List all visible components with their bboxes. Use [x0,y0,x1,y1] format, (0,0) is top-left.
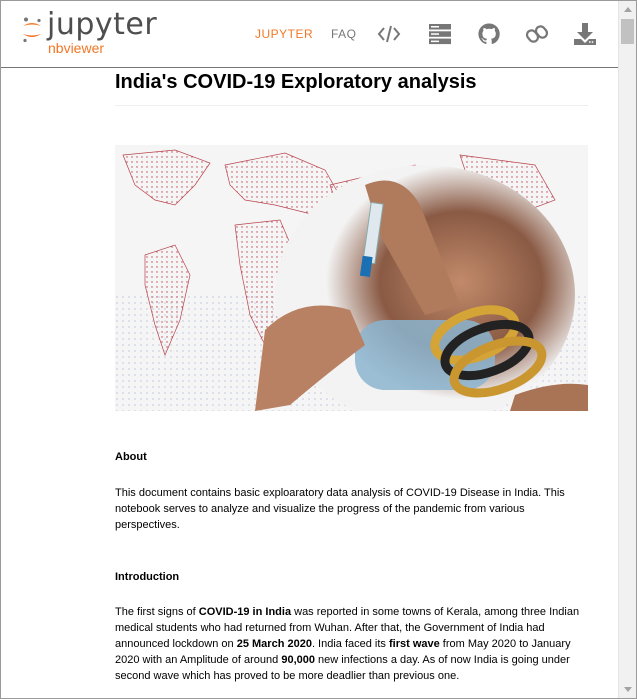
page-title: India's COVID-19 Exploratory analysis [115,71,477,93]
server-icon[interactable] [428,22,452,46]
link-icon[interactable] [525,22,549,46]
brand-name: jupyter [47,7,158,42]
section-heading-about: About [115,451,147,463]
navbar: jupyter nbviewer JUPYTER FAQ [1,1,618,68]
browser-viewport: jupyter nbviewer JUPYTER FAQ India's COV… [0,0,637,699]
scroll-up-arrow-icon[interactable] [624,7,632,12]
brand-subtitle: nbviewer [48,40,105,56]
scrollbar-thumb[interactable] [621,19,634,44]
jupyter-logo-icon [23,17,41,43]
download-icon[interactable] [573,22,597,46]
covid-vaccine-hero-image [115,145,588,411]
scroll-down-arrow-icon[interactable] [624,687,632,692]
introduction-paragraph: The first signs of COVID-19 in India was… [115,606,580,682]
code-icon[interactable] [377,22,401,46]
vertical-scrollbar[interactable] [618,1,636,698]
about-paragraph: This document contains basic exploarator… [115,487,565,531]
nav-link-jupyter[interactable]: JUPYTER [255,1,313,67]
section-heading-introduction: Introduction [115,571,180,583]
jupyter-logo[interactable]: jupyter nbviewer [21,7,161,59]
nav-link-faq[interactable]: FAQ [331,1,357,67]
title-divider [115,105,588,106]
github-icon[interactable] [477,22,501,46]
